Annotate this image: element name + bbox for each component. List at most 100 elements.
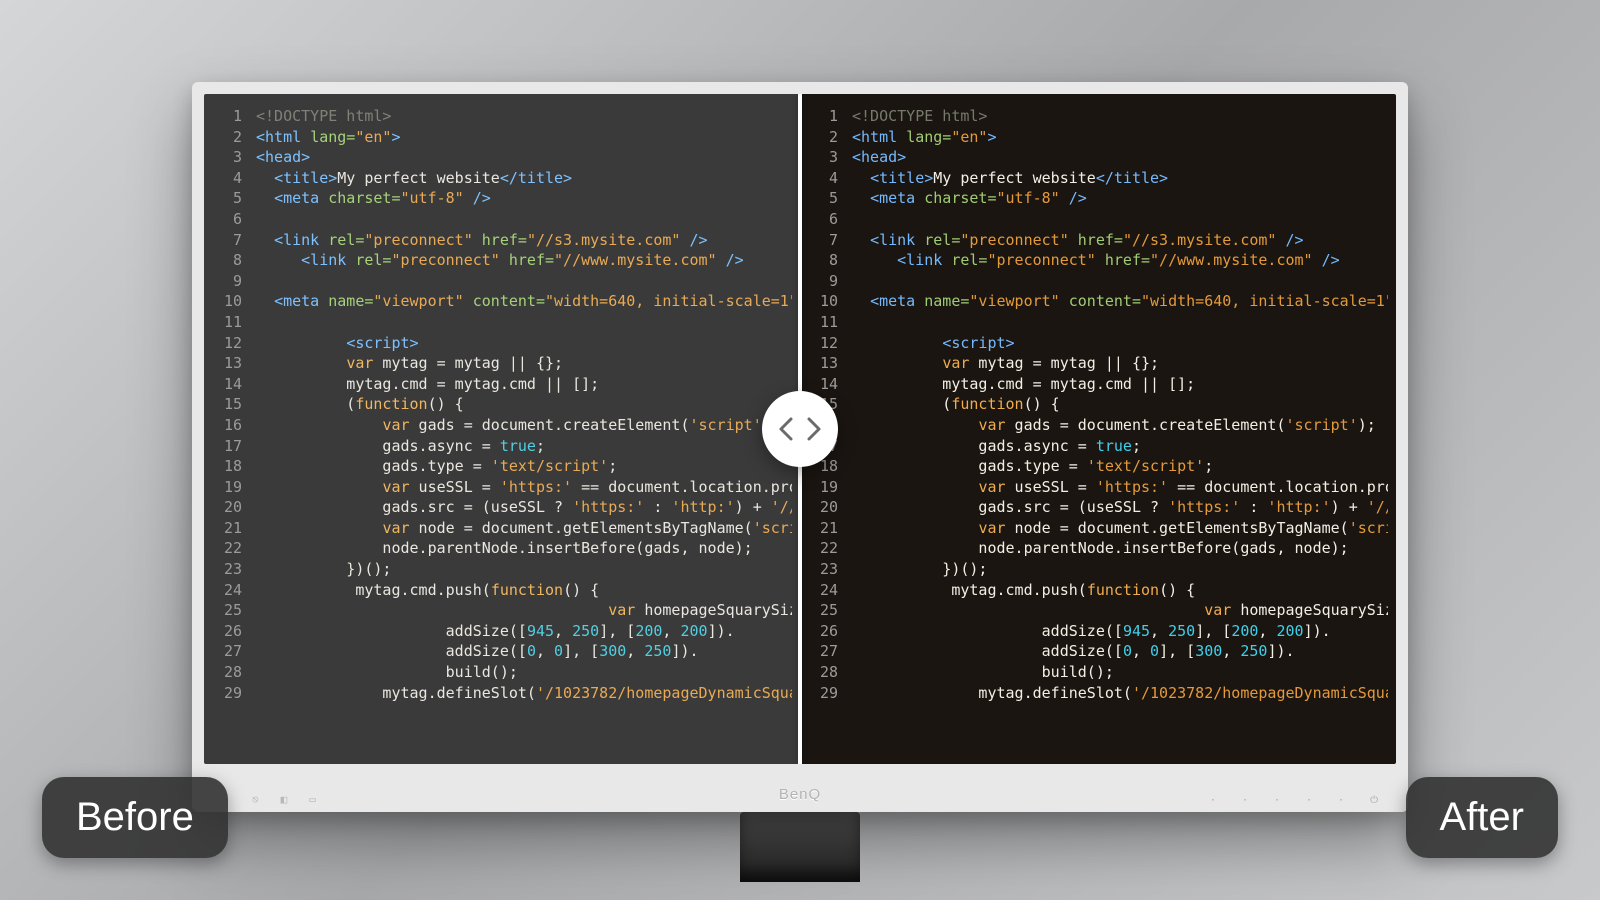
code-text: build(); xyxy=(256,662,792,683)
code-line: 29 mytag.defineSlot('/1023782/homepageDy… xyxy=(212,683,792,704)
chevron-left-icon xyxy=(777,416,795,442)
line-number: 21 xyxy=(808,518,838,539)
code-line: 1<!DOCTYPE html> xyxy=(212,106,792,127)
code-line: 22 node.parentNode.insertBefore(gads, no… xyxy=(212,538,792,559)
line-number: 21 xyxy=(212,518,242,539)
code-text: var gads = document.createElement('scrip… xyxy=(256,415,792,436)
code-line: 20 gads.src = (useSSL ? 'https:' : 'http… xyxy=(212,497,792,518)
line-number: 14 xyxy=(212,374,242,395)
code-text: var homepageSquarySizeMapping = xyxy=(256,600,792,621)
code-line: 1<!DOCTYPE html> xyxy=(808,106,1388,127)
line-number: 27 xyxy=(808,641,838,662)
line-number: 5 xyxy=(212,188,242,209)
code-text: addSize([945, 250], [200, 200]). xyxy=(852,621,1388,642)
code-text: node.parentNode.insertBefore(gads, node)… xyxy=(852,538,1388,559)
code-text xyxy=(256,209,792,230)
code-line: 18 gads.type = 'text/script'; xyxy=(808,456,1388,477)
code-line: 29 mytag.defineSlot('/1023782/homepageDy… xyxy=(808,683,1388,704)
code-text xyxy=(852,312,1388,333)
code-line: 27 addSize([0, 0], [300, 250]). xyxy=(212,641,792,662)
code-line: 17 gads.async = true; xyxy=(808,436,1388,457)
line-number: 5 xyxy=(808,188,838,209)
code-line: 22 node.parentNode.insertBefore(gads, no… xyxy=(808,538,1388,559)
code-line: 13 var mytag = mytag || {}; xyxy=(808,353,1388,374)
code-text: mytag.cmd = mytag.cmd || []; xyxy=(852,374,1388,395)
code-text: <head> xyxy=(852,147,1388,168)
code-line: 10 <meta name="viewport" content="width=… xyxy=(212,291,792,312)
code-text: node.parentNode.insertBefore(gads, node)… xyxy=(256,538,792,559)
code-line: 7 <link rel="preconnect" href="//s3.mysi… xyxy=(808,230,1388,251)
line-number: 7 xyxy=(808,230,838,251)
code-text: gads.src = (useSSL ? 'https:' : 'http:')… xyxy=(852,497,1388,518)
code-text: <link rel="preconnect" href="//s3.mysite… xyxy=(852,230,1388,251)
code-line: 25 var homepageSquarySizeMapping = xyxy=(212,600,792,621)
code-line: 21 var node = document.getElementsByTagN… xyxy=(808,518,1388,539)
line-number: 22 xyxy=(808,538,838,559)
code-line: 11 xyxy=(212,312,792,333)
code-text: <link rel="preconnect" href="//www.mysit… xyxy=(256,250,792,271)
code-line: 4 <title>My perfect website</title> xyxy=(808,168,1388,189)
line-number: 14 xyxy=(808,374,838,395)
code-line: 13 var mytag = mytag || {}; xyxy=(212,353,792,374)
line-number: 25 xyxy=(212,600,242,621)
code-line: 9 xyxy=(212,271,792,292)
code-text: <script> xyxy=(256,333,792,354)
code-line: 26 addSize([945, 250], [200, 200]). xyxy=(212,621,792,642)
monitor-osd-buttons[interactable]: ·····⏻ xyxy=(1210,795,1378,806)
line-number: 15 xyxy=(212,394,242,415)
monitor-chin: ⎋◧▭ BenQ ·····⏻ xyxy=(192,776,1408,812)
code-line: 26 addSize([945, 250], [200, 200]). xyxy=(808,621,1388,642)
line-number: 3 xyxy=(212,147,242,168)
code-pane-before: 1<!DOCTYPE html>2<html lang="en">3<head>… xyxy=(204,94,800,764)
line-number: 6 xyxy=(808,209,838,230)
line-number: 1 xyxy=(212,106,242,127)
line-number: 10 xyxy=(212,291,242,312)
code-line: 17 gads.async = true; xyxy=(212,436,792,457)
code-text: mytag.cmd.push(function() { xyxy=(852,580,1388,601)
line-number: 20 xyxy=(212,497,242,518)
code-line: 28 build(); xyxy=(808,662,1388,683)
after-badge: After xyxy=(1406,777,1558,858)
monitor-screen: 1<!DOCTYPE html>2<html lang="en">3<head>… xyxy=(204,94,1396,764)
monitor-stand xyxy=(740,812,860,882)
code-text: var gads = document.createElement('scrip… xyxy=(852,415,1388,436)
code-line: 24 mytag.cmd.push(function() { xyxy=(808,580,1388,601)
line-number: 28 xyxy=(212,662,242,683)
code-line: 16 var gads = document.createElement('sc… xyxy=(808,415,1388,436)
line-number: 12 xyxy=(808,333,838,354)
code-line: 6 xyxy=(808,209,1388,230)
line-number: 4 xyxy=(808,168,838,189)
code-text: <link rel="preconnect" href="//s3.mysite… xyxy=(256,230,792,251)
line-number: 9 xyxy=(212,271,242,292)
line-number: 12 xyxy=(212,333,242,354)
code-line: 3 <head> xyxy=(808,147,1388,168)
line-number: 26 xyxy=(808,621,838,642)
code-text xyxy=(852,209,1388,230)
code-text: <meta charset="utf-8" /> xyxy=(852,188,1388,209)
code-line: 14 mytag.cmd = mytag.cmd || []; xyxy=(212,374,792,395)
code-text: var homepageSquarySizeMapping = xyxy=(852,600,1388,621)
code-line: 19 var useSSL = 'https:' == document.loc… xyxy=(212,477,792,498)
line-number: 28 xyxy=(808,662,838,683)
comparison-slider-handle[interactable] xyxy=(762,391,838,467)
code-line: 6 xyxy=(212,209,792,230)
code-text: (function() { xyxy=(852,394,1388,415)
code-text: gads.type = 'text/script'; xyxy=(852,456,1388,477)
monitor-brand: BenQ xyxy=(779,786,821,803)
line-number: 26 xyxy=(212,621,242,642)
code-text: addSize([0, 0], [300, 250]). xyxy=(256,641,792,662)
code-line: 16 var gads = document.createElement('sc… xyxy=(212,415,792,436)
monitor-port-icons: ⎋◧▭ xyxy=(252,793,316,806)
code-text xyxy=(852,271,1388,292)
code-text: gads.async = true; xyxy=(256,436,792,457)
code-line: 20 gads.src = (useSSL ? 'https:' : 'http… xyxy=(808,497,1388,518)
code-text: <html lang="en"> xyxy=(852,127,1388,148)
code-line: 2<html lang="en"> xyxy=(808,127,1388,148)
line-number: 20 xyxy=(808,497,838,518)
code-text: <meta name="viewport" content="width=640… xyxy=(256,291,792,312)
code-line: 18 gads.type = 'text/script'; xyxy=(212,456,792,477)
line-number: 23 xyxy=(808,559,838,580)
code-line: 23 })(); xyxy=(212,559,792,580)
line-number: 3 xyxy=(808,147,838,168)
code-text: mytag.defineSlot('/1023782/homepageDynam… xyxy=(852,683,1388,704)
